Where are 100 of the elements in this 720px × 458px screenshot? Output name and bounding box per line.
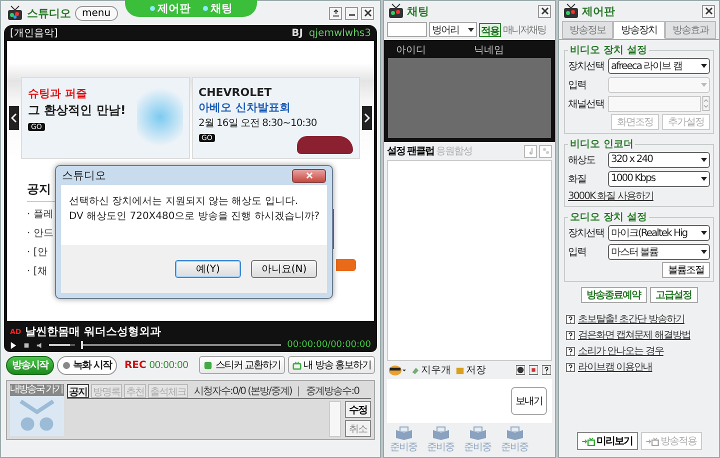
minimize-button[interactable] [345, 6, 358, 20]
play-icon[interactable] [10, 342, 17, 348]
stop-icon[interactable] [23, 342, 30, 348]
banner-text: 그 환상적인 만남! [28, 102, 126, 119]
tv-logo-icon [7, 5, 23, 21]
previous-button[interactable] [9, 106, 19, 130]
banner-text: CHEVROLET [198, 86, 273, 99]
close-icon [364, 9, 372, 17]
search-field[interactable] [387, 22, 427, 37]
sticker-button[interactable]: 스티커 교환하기 [199, 356, 285, 374]
banner-image-placeholder [297, 136, 353, 154]
column-header[interactable]: 아이디 [388, 43, 466, 57]
menu-button[interactable]: menu [75, 6, 118, 20]
caret-icon [701, 158, 707, 162]
banner-text: 아베오 신차발표회 [198, 100, 292, 115]
close-button[interactable] [702, 4, 715, 18]
help-icon[interactable] [542, 365, 551, 375]
field-label: 채널선택 [568, 98, 605, 110]
action-button[interactable]: 방송종료예약 [580, 287, 646, 303]
help-icon [566, 346, 575, 356]
alarm-icon[interactable] [529, 365, 538, 375]
next-button[interactable] [362, 106, 372, 130]
dot-icon [202, 6, 208, 10]
tab[interactable]: 방송장치 [613, 21, 665, 39]
dialog-button[interactable]: 아니요(N) [251, 260, 317, 278]
filter-dropdown[interactable]: 벙어리 [429, 22, 477, 37]
promote-button[interactable]: 내 방송 홍보하기 [288, 356, 375, 374]
apply-button[interactable]: 적용 [479, 22, 501, 36]
caret-icon [701, 250, 707, 254]
caret-icon [468, 28, 474, 32]
banner-text: 2월 16일 오전 8:30~10:30 [198, 117, 317, 130]
record-button[interactable]: 녹화 시작 [57, 356, 118, 374]
group-title: 비디오 인코더 [569, 138, 634, 151]
help-link[interactable]: 소리가 안나오는 경우 [578, 344, 664, 358]
station-link[interactable]: 내방송국 가기 [10, 384, 64, 396]
field-label: 화질 [568, 172, 587, 186]
dropdown[interactable]: 320 x 240 [608, 152, 710, 168]
send-button[interactable]: 보내기 [511, 387, 547, 415]
toolbar-dropdown[interactable]: 설정 [387, 144, 405, 158]
dot-icon [150, 6, 154, 10]
tab[interactable]: 방송정보 [562, 21, 614, 39]
quality-link[interactable]: 3000K 화질 사용하기 [568, 189, 710, 203]
emoticon-icon[interactable] [388, 364, 406, 376]
field-label: 해상도 [568, 154, 596, 166]
pin-button[interactable] [329, 6, 342, 20]
music-note-icon [526, 147, 534, 155]
group-button[interactable]: 볼륨조절 [662, 262, 710, 278]
dialog-title: 스튜디오 [62, 168, 106, 183]
field-label: 장치선택 [568, 226, 605, 240]
bottom-button[interactable]: 미리보기 [576, 432, 638, 450]
dropdown[interactable]: afreeca 라이브 캠 [608, 58, 710, 74]
edit-button[interactable]: 수정 [345, 401, 371, 418]
sticker-icon [203, 360, 214, 370]
chevron-right-icon [364, 113, 370, 123]
close-icon [704, 7, 712, 15]
gift-label: 준비중 [390, 441, 417, 454]
circles-icon [542, 147, 550, 155]
field-label: 입력 [568, 246, 587, 258]
dialog-message: DV 해상도인 720X480으로 방송을 진행 하시겠습니까? [69, 210, 321, 224]
caret-icon [701, 176, 707, 180]
save-button[interactable]: 저장 [455, 363, 486, 377]
scrollbar[interactable] [329, 401, 341, 437]
group-title: 비디오 장치 설정 [569, 44, 648, 57]
action-button[interactable]: 고급설정 [650, 287, 698, 303]
gift-label: 준비중 [427, 441, 454, 454]
ad-caption[interactable]: 날씬한몸매 워더스성형외과 [25, 324, 162, 339]
bj-label: BJ [292, 28, 303, 38]
message-input[interactable]: 보내기 [387, 379, 552, 423]
smiley-icon[interactable] [516, 365, 525, 375]
help-icon [566, 314, 575, 324]
help-link[interactable]: 초보탈출! 초간단 방송하기 [578, 312, 684, 326]
help-link[interactable]: 라이브캠 이용안내 [578, 360, 652, 374]
dropdown[interactable]: 1000 Kbps [608, 170, 710, 186]
dropdown[interactable]: 마스터 볼륨 [608, 244, 710, 260]
arrow-tv-icon [582, 436, 594, 446]
dialog-button[interactable]: 예(Y) [175, 260, 241, 278]
close-icon [540, 7, 548, 15]
volume-icon[interactable] [36, 342, 43, 348]
close-button[interactable] [361, 6, 374, 20]
board-tab[interactable]: 공지 [67, 384, 89, 398]
avatar-placeholder-icon [10, 396, 64, 436]
close-button[interactable] [292, 168, 326, 182]
panel-title: 제어판 [582, 4, 615, 18]
tv-logo-icon [563, 3, 579, 19]
separator: | [296, 386, 300, 396]
relay-count: 중계방송수:0 [306, 385, 359, 398]
category-label: [개인음악] [10, 27, 58, 40]
help-link[interactable]: 검은화면 캡쳐문제 해결방법 [578, 328, 690, 342]
gift-label: 준비중 [464, 441, 491, 454]
help-icon [566, 362, 575, 372]
manager-chat-link[interactable]: 매니저채팅 [503, 22, 546, 36]
panel-title: 채팅 [407, 4, 429, 18]
toolbar-dropdown[interactable]: 팬클럽 [407, 144, 434, 158]
field-label: 입력 [568, 78, 587, 92]
rec-time: 00:00:00 [149, 360, 188, 370]
dropdown[interactable]: 마이크(Realtek Hig [608, 224, 710, 240]
rec-label: REC [124, 360, 146, 370]
close-button[interactable] [538, 4, 551, 18]
column-header[interactable]: 닉네임 [466, 43, 544, 57]
eraser-button[interactable]: 지우개 [410, 363, 451, 377]
